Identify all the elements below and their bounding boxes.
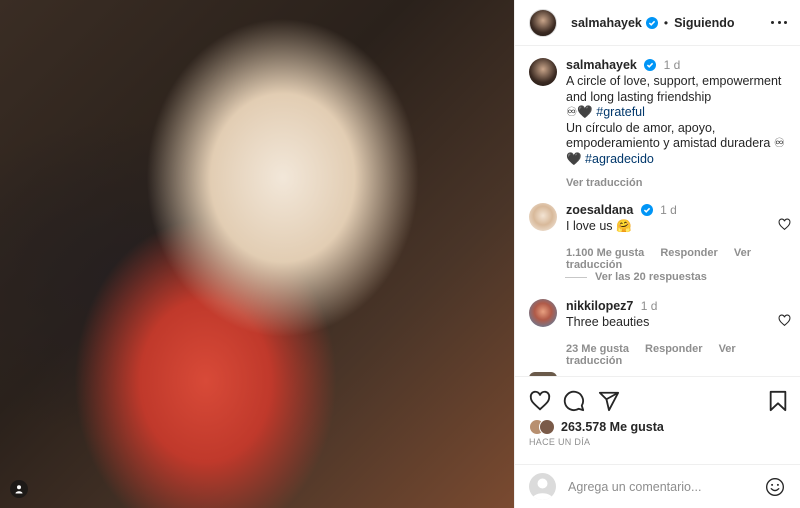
following-button[interactable]: Siguiendo: [674, 16, 734, 30]
emoji-icon[interactable]: [765, 477, 785, 497]
verified-badge-icon: [645, 16, 658, 29]
likes-row[interactable]: 263.578 Me gusta: [529, 419, 664, 435]
hashtag-agradecido[interactable]: #agradecido: [585, 152, 654, 166]
comment-likes[interactable]: 1.100 Me gusta: [566, 247, 644, 259]
post-header: salmahayek • Siguiendo: [515, 0, 800, 46]
heart-icon[interactable]: [778, 218, 791, 231]
heart-icon[interactable]: [529, 390, 551, 412]
comments-section: salmahayek 1 d A circle of love, support…: [515, 46, 800, 376]
comment-username[interactable]: nikkilopez7: [566, 299, 633, 313]
comment-text: Three beauties: [566, 315, 650, 329]
like-count[interactable]: 263.578 Me gusta: [561, 420, 664, 434]
post-photo[interactable]: [0, 0, 514, 508]
comment-username[interactable]: zoesaldana: [566, 203, 633, 217]
view-replies-button[interactable]: Ver las 20 respuestas: [565, 271, 707, 283]
caption-text: A circle of love, support, empowerment a…: [566, 74, 791, 167]
bookmark-icon[interactable]: [767, 390, 789, 412]
caption-line: Un círculo de amor, apoyo,: [566, 120, 716, 135]
post-date[interactable]: HACE UN DÍA: [529, 437, 590, 447]
comment-icon[interactable]: [563, 390, 585, 412]
commenter-avatar[interactable]: [529, 203, 557, 231]
caption-emoji: 🖤: [566, 151, 586, 166]
caption-line: ♾🖤 #grateful: [566, 105, 791, 121]
post-actions: 263.578 Me gusta HACE UN DÍA: [515, 376, 800, 464]
author-avatar[interactable]: [529, 58, 557, 86]
hashtag-grateful[interactable]: #grateful: [596, 105, 645, 119]
caption-line: and long lasting friendship: [566, 89, 712, 104]
comment-item: nikkilopez7 1 d Three beauties 23 Me gus…: [529, 299, 791, 367]
liker-avatar: [539, 419, 555, 435]
comment-likes[interactable]: 23 Me gusta: [566, 343, 629, 355]
separator-dot: •: [663, 15, 669, 30]
caption-username[interactable]: salmahayek: [566, 58, 637, 72]
add-comment-bar: Agrega un comentario...: [515, 464, 800, 508]
share-icon[interactable]: [598, 390, 620, 412]
caption-time: 1 d: [663, 58, 681, 72]
view-replies-label: Ver las 20 respuestas: [595, 271, 707, 283]
comment-time: 1 d: [660, 203, 677, 217]
caption-line: A circle of love, support, empowerment: [566, 74, 782, 88]
heart-icon[interactable]: [778, 314, 791, 327]
post-side-panel: salmahayek • Siguiendo salmahayek 1 d A …: [514, 0, 800, 508]
commenter-avatar[interactable]: [529, 299, 557, 327]
caption-line: empoderamiento y amistad duradera ♾: [566, 136, 785, 150]
reply-button[interactable]: Responder: [645, 343, 702, 355]
user-tag-icon[interactable]: [10, 480, 28, 498]
verified-badge-icon: [640, 204, 653, 216]
reply-button[interactable]: Responder: [660, 247, 717, 259]
author-avatar[interactable]: [529, 8, 557, 37]
caption: salmahayek 1 d A circle of love, support…: [529, 58, 791, 189]
more-options-icon[interactable]: [771, 14, 787, 30]
replies-line: [565, 276, 587, 278]
caption-emoji: ♾🖤: [566, 105, 597, 119]
see-translation-link[interactable]: Ver traducción: [566, 177, 642, 189]
verified-badge-icon: [644, 59, 657, 71]
comment-item: zoesaldana 1 d I love us 🤗 1.100 Me gust…: [529, 203, 791, 271]
current-user-avatar: [529, 473, 556, 500]
caption-line: 🖤 #agradecido: [566, 152, 791, 168]
comment-text: I love us 🤗: [566, 219, 632, 233]
author-username[interactable]: salmahayek: [571, 16, 642, 30]
comment-input[interactable]: Agrega un comentario...: [568, 480, 701, 494]
comment-time: 1 d: [640, 299, 658, 313]
